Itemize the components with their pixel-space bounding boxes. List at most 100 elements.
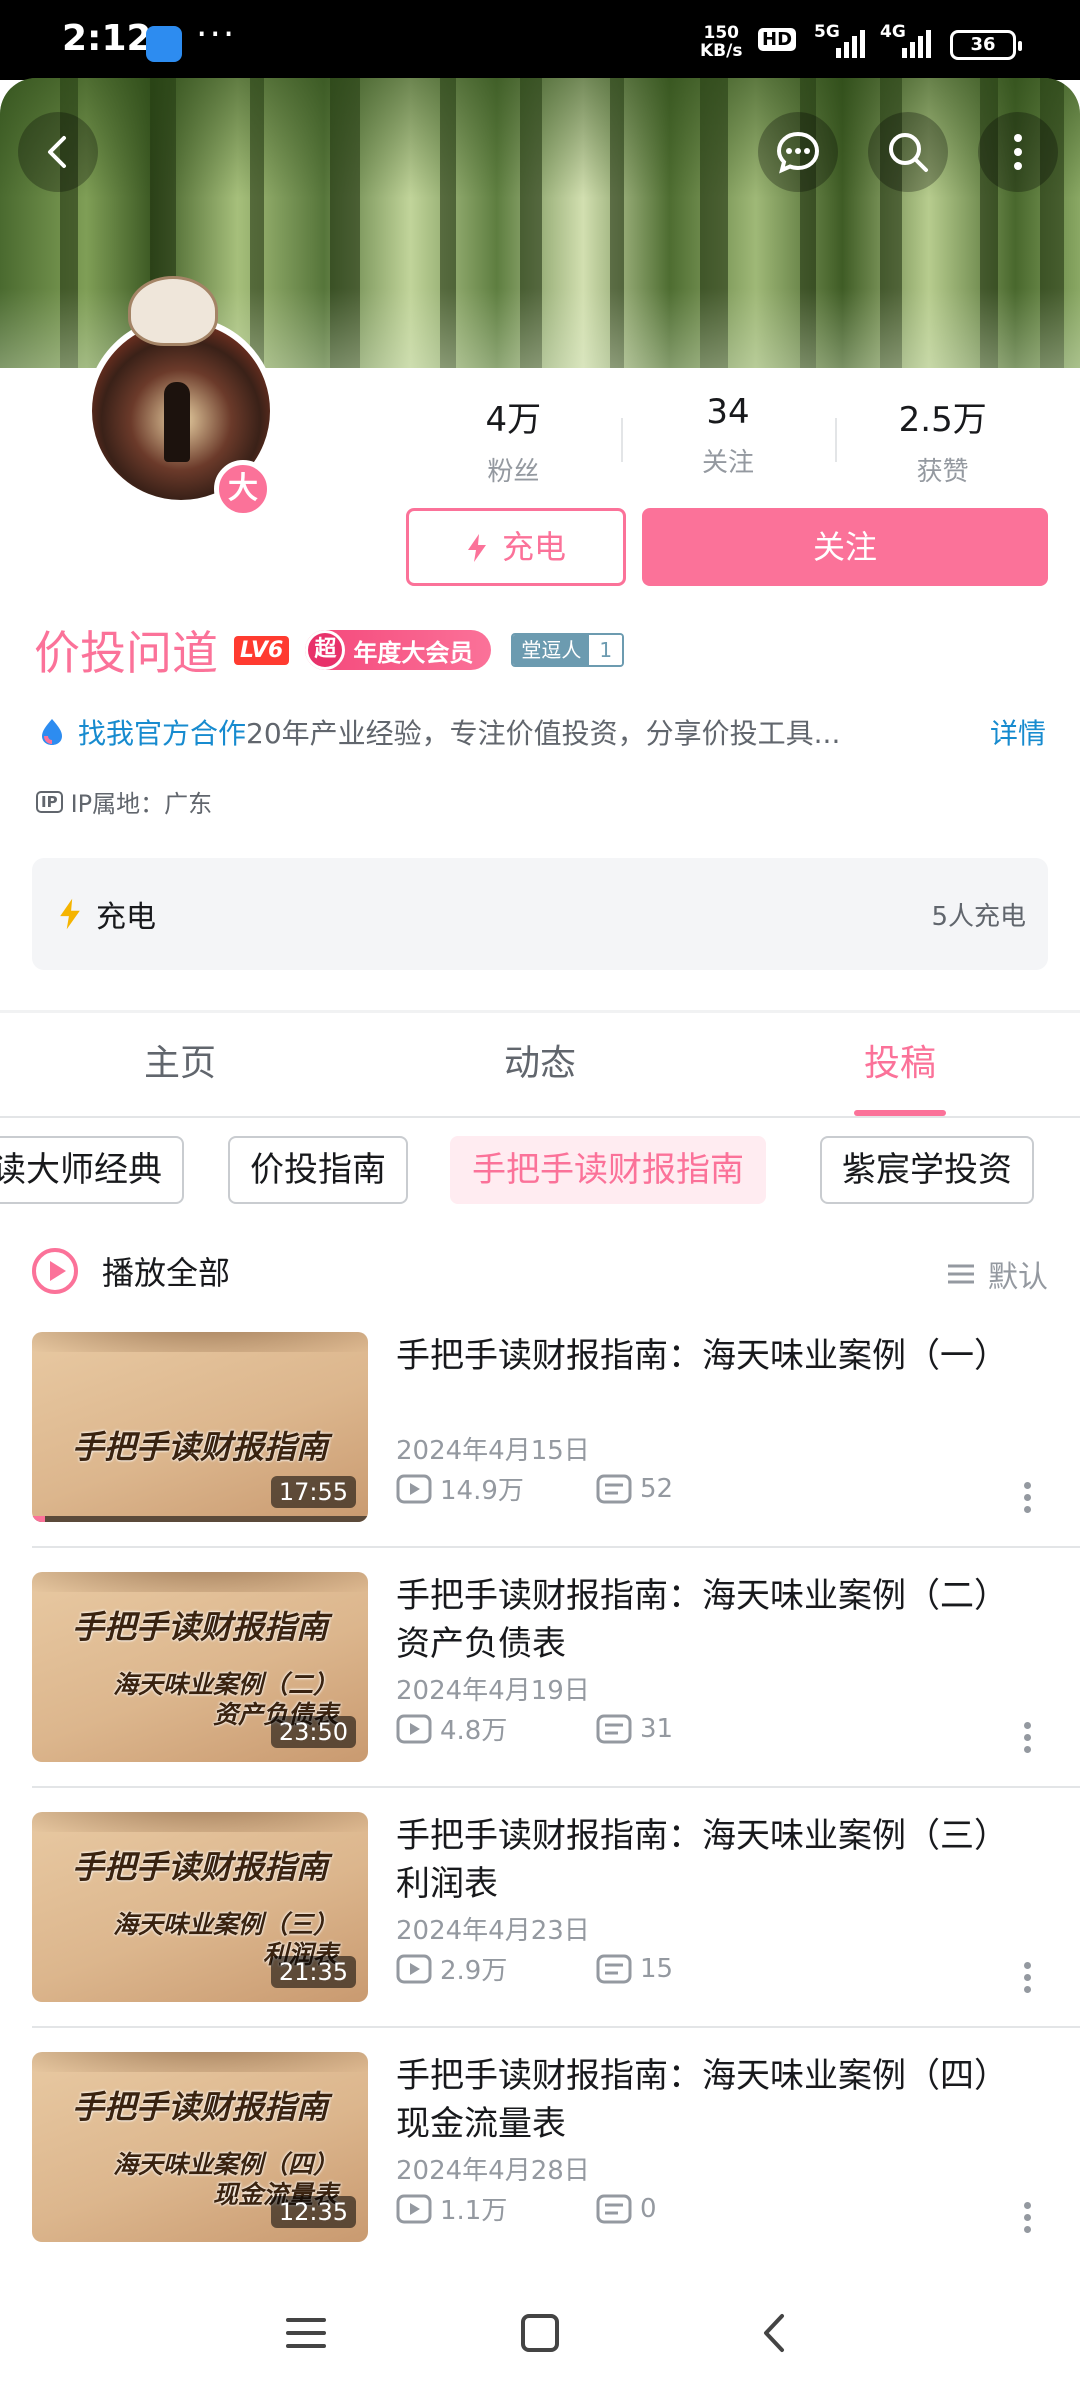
video-item[interactable]: 手把手读财报指南 海天味业案例（二） 资产负债表 23:50 手把手读财报指南：… (32, 1572, 1048, 1762)
hd-voice-icon: HD (758, 28, 797, 51)
thumbnail-title: 手把手读财报指南 (71, 1848, 328, 1886)
profile-stats: 4万 粉丝 34 关注 2.5万 获赞 (406, 388, 1050, 488)
sort-button[interactable]: 默认 (946, 1252, 1048, 1296)
bio-cooperation-link[interactable]: 找我官方合作 (78, 712, 246, 752)
video-more-icon[interactable] (1024, 1482, 1032, 1522)
video-more-icon[interactable] (1024, 1722, 1032, 1762)
chevron-left-icon (48, 136, 66, 168)
video-thumbnail[interactable]: 手把手读财报指南 海天味业案例（三） 利润表 21:35 (32, 1812, 368, 2002)
charge-card[interactable]: 充电 5人充电 (32, 858, 1048, 970)
system-nav-bar (0, 2264, 1080, 2400)
home-square-icon[interactable] (510, 2308, 570, 2358)
video-duration: 17:55 (270, 1476, 356, 1508)
back-triangle-icon[interactable] (744, 2308, 804, 2358)
more-vertical-icon (1014, 134, 1022, 170)
big-member-badge: 大 (214, 460, 272, 518)
video-stats: 14.9万 52 (396, 1470, 796, 1507)
charge-card-label: 充电 (96, 900, 156, 935)
status-bar: 2:12 ··· 150 KB/s HD 5G 4G 36 (0, 0, 1080, 80)
video-title[interactable]: 手把手读财报指南：海天味业案例（一） (396, 1332, 1008, 1380)
video-stats: 2.9万 15 (396, 1950, 796, 1987)
video-item[interactable]: 手把手读财报指南 海天味业案例（四） 现金流量表 12:35 手把手读财报指南：… (32, 2052, 1048, 2242)
tab-dynamics[interactable]: 动态 (360, 1014, 720, 1116)
vip-badge[interactable]: 超 年度大会员 (305, 630, 492, 670)
comment-count: 52 (640, 1473, 674, 1504)
stat-following[interactable]: 34 关注 (620, 388, 836, 488)
thumbnail-title: 手把手读财报指南 (71, 1608, 328, 1646)
video-duration: 23:50 (270, 1716, 356, 1748)
status-more-dots: ··· (196, 14, 237, 55)
video-thumbnail[interactable]: 手把手读财报指南 海天味业案例（二） 资产负债表 23:50 (32, 1572, 368, 1762)
charge-button[interactable]: 充电 (406, 508, 626, 586)
fan-medal-name: 堂逗人 (513, 635, 590, 665)
tab-home[interactable]: 主页 (0, 1014, 360, 1116)
menu-icon[interactable] (276, 2308, 336, 2358)
bio-detail-link[interactable]: 详情 (990, 712, 1046, 752)
signal-5g-icon (836, 26, 865, 58)
charge-count: 5人充电 (931, 902, 1026, 932)
video-date: 2024年4月19日 (396, 1676, 590, 1706)
search-icon (889, 133, 928, 172)
play-count-icon (396, 1954, 432, 1983)
level-badge: LV6 (234, 635, 290, 665)
network-speed-unit: KB/s (700, 41, 743, 61)
follow-button[interactable]: 关注 (642, 508, 1048, 586)
message-button[interactable] (758, 112, 838, 192)
play-count-icon (396, 1714, 432, 1743)
qq-notification-icon (146, 26, 182, 62)
status-time: 2:12 (62, 18, 152, 59)
play-count-icon (396, 2194, 432, 2223)
lightning-icon (467, 534, 486, 562)
video-more-icon[interactable] (1024, 1962, 1032, 2002)
back-button[interactable] (18, 112, 98, 192)
battery-icon: 36 (950, 30, 1022, 60)
comment-count-icon (596, 1714, 632, 1743)
fan-medal[interactable]: 堂逗人 1 (511, 633, 625, 667)
stat-likes[interactable]: 2.5万 获赞 (835, 388, 1050, 488)
list-divider (32, 1546, 1080, 1548)
comment-count-icon (596, 2194, 632, 2223)
chip-zichen-investing[interactable]: 紫宸学投资 (820, 1136, 1034, 1204)
video-more-icon[interactable] (1024, 2202, 1032, 2242)
section-divider (0, 1010, 1080, 1013)
video-item[interactable]: 手把手读财报指南 海天味业案例（三） 利润表 21:35 手把手读财报指南：海天… (32, 1812, 1048, 2002)
comment-count: 31 (640, 1713, 674, 1744)
stat-fans[interactable]: 4万 粉丝 (406, 388, 621, 488)
view-count: 1.1万 (440, 2196, 508, 2226)
chip-master-classics[interactable]: 读大师经典 (0, 1136, 184, 1204)
video-title[interactable]: 手把手读财报指南：海天味业案例（二）资产负债表 (396, 1572, 996, 1668)
signal-4g-icon (902, 26, 931, 58)
comment-count-icon (596, 1954, 632, 1983)
play-all-button[interactable]: 播放全部 (32, 1246, 230, 1296)
avatar-character (128, 276, 218, 346)
view-count: 14.9万 (440, 1476, 524, 1506)
stat-following-label: 关注 (702, 448, 755, 478)
vip-super-icon: 超 (305, 630, 346, 670)
view-count: 2.9万 (440, 1956, 508, 1986)
video-thumbnail[interactable]: 手把手读财报指南 17:55 (32, 1332, 368, 1522)
video-date: 2024年4月15日 (396, 1436, 590, 1466)
video-stats: 1.1万 0 (396, 2190, 796, 2227)
username: 价投问道 (34, 626, 218, 680)
tab-uploads[interactable]: 投稿 (720, 1014, 1080, 1116)
stat-likes-label: 获赞 (916, 457, 969, 487)
play-circle-icon (32, 1248, 78, 1294)
network-speed-value: 150 (703, 23, 739, 43)
name-row: 价投问道 LV6 超 年度大会员 堂逗人 1 (34, 620, 625, 680)
video-title[interactable]: 手把手读财报指南：海天味业案例（四）现金流量表 (396, 2052, 996, 2148)
bio-text: 20年产业经验，专注价值投资，分享价投工具... (246, 717, 841, 750)
video-thumbnail[interactable]: 手把手读财报指南 海天味业案例（四） 现金流量表 12:35 (32, 2052, 368, 2242)
comment-count-icon (596, 1474, 632, 1503)
stat-likes-count: 2.5万 (898, 400, 987, 440)
cooperation-icon (42, 719, 62, 745)
more-button[interactable] (978, 112, 1058, 192)
chip-value-guide[interactable]: 价投指南 (228, 1136, 408, 1204)
search-button[interactable] (868, 112, 948, 192)
chip-financial-report-guide[interactable]: 手把手读财报指南 (450, 1136, 766, 1204)
avatar[interactable]: 大 (80, 276, 286, 518)
thumbnail-title: 手把手读财报指南 (71, 1428, 328, 1466)
list-divider (32, 2026, 1080, 2028)
video-item[interactable]: 手把手读财报指南 17:55 手把手读财报指南：海天味业案例（一） 2024年4… (32, 1332, 1048, 1522)
video-title[interactable]: 手把手读财报指南：海天味业案例（三）利润表 (396, 1812, 996, 1908)
bio-row[interactable]: 找我官方合作 20年产业经验，专注价值投资，分享价投工具... 详情 (36, 710, 1046, 754)
